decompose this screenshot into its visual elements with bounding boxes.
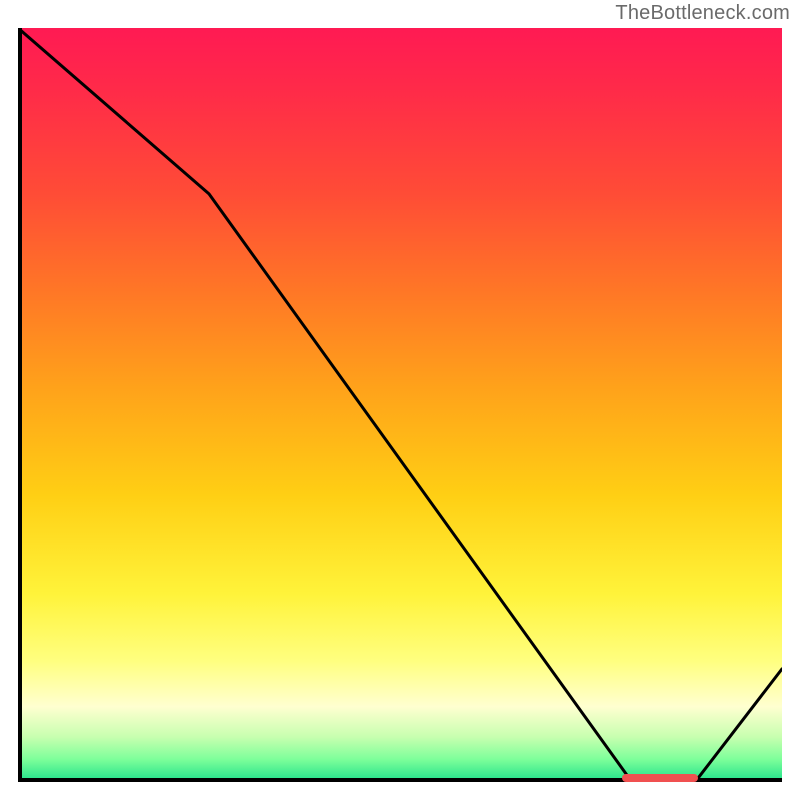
watermark-label: TheBottleneck.com [615, 2, 790, 25]
chart-container: TheBottleneck.com [0, 0, 800, 800]
plot-area [18, 28, 782, 782]
optimal-range-marker [622, 774, 698, 782]
y-axis-line [18, 28, 22, 782]
